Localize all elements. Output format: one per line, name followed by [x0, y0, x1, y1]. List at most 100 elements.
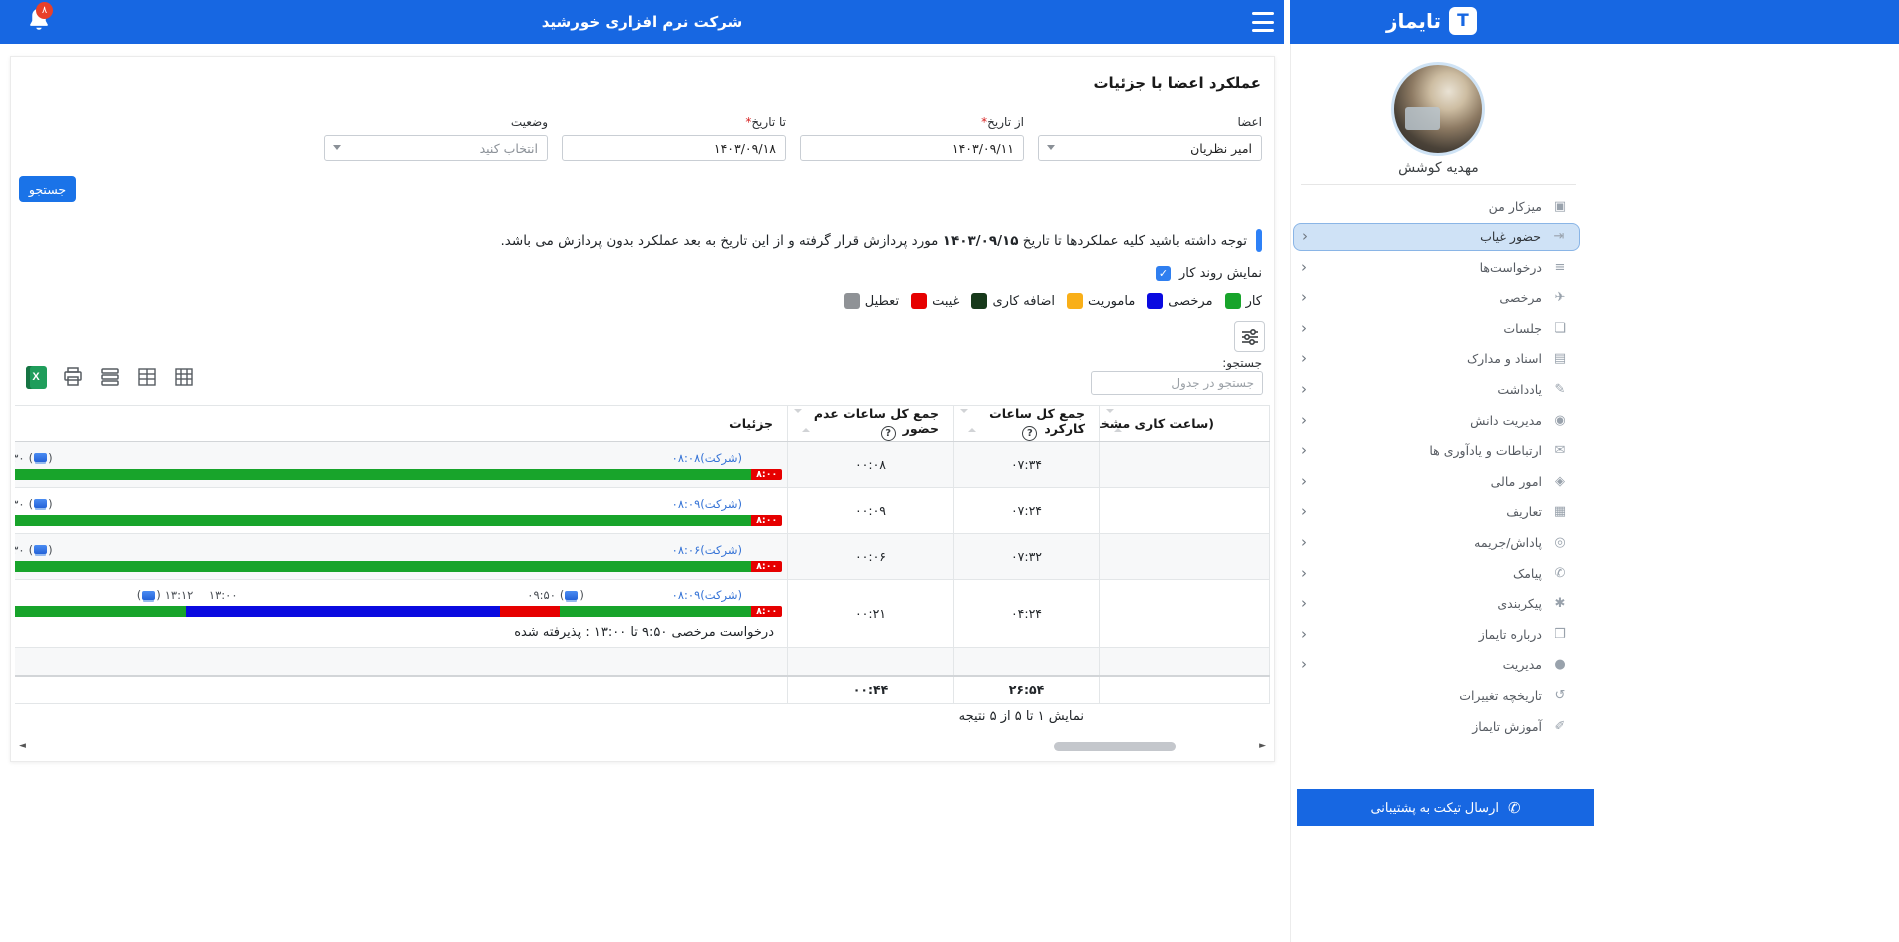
copy-rows-button[interactable]: [98, 364, 122, 390]
excel-export-button[interactable]: X: [24, 364, 48, 390]
work-hours-cell: ۰۷:۳۴: [954, 442, 1100, 488]
chevron-left-icon: ‹: [1301, 443, 1307, 458]
sidebar-item[interactable]: ▣میزکار من: [1293, 192, 1580, 220]
header-fixed-hours[interactable]: (ساعت کاری مشخص): [1100, 406, 1270, 442]
fixed-hours-cell: [1100, 488, 1270, 534]
sidebar-item-label: ارتباطات و یادآوری ها: [1307, 443, 1542, 458]
from-date-input-wrap: [800, 135, 1024, 161]
scroll-left-arrow[interactable]: ◄: [19, 741, 26, 751]
work-trend-bar: ۸:۰۰۱۵:۳۳: [15, 515, 782, 526]
sidebar-item[interactable]: ↺تاریخچه تغییرات: [1293, 682, 1580, 710]
notes-icon: ✎: [1550, 382, 1570, 397]
members-field: اعضا امیر نظریان: [1038, 115, 1262, 161]
sidebar-item[interactable]: ❏جلسات‹: [1293, 314, 1580, 342]
trend-checkbox[interactable]: ✓: [1156, 266, 1171, 281]
hamburger-menu-icon[interactable]: [1252, 12, 1274, 32]
knowledge-icon: ◉: [1550, 413, 1570, 428]
work-segment: [560, 606, 752, 617]
sidebar-item[interactable]: ✈مرخصی‹: [1293, 284, 1580, 312]
chevron-left-icon: ‹: [1301, 566, 1307, 581]
sidebar-item[interactable]: ✱پیکربندی‹: [1293, 590, 1580, 618]
sidebar-divider: [1301, 184, 1576, 185]
exit-time-labels: ()()۱۵:۳۰(): [15, 451, 53, 465]
requests-icon: ≡: [1550, 260, 1570, 275]
exit-time-labels: ()۱۵:۳۰(): [15, 588, 16, 602]
excel-icon: X: [26, 366, 47, 389]
sidebar-item[interactable]: ◎پاداش/جریمه‹: [1293, 529, 1580, 557]
sidebar-item-label: میزکار من: [1301, 199, 1542, 214]
sidebar-item[interactable]: ▦تعاریف‹: [1293, 498, 1580, 526]
sidebar-item-label: پیامک: [1307, 566, 1542, 581]
sidebar-item-label: پیکربندی: [1307, 596, 1542, 611]
sidebar-item-label: امور مالی: [1307, 474, 1542, 489]
sort-icon: [794, 413, 810, 428]
legend-label: اضافه کاری: [992, 294, 1055, 309]
page-title: عملکرد اعضا با جزئیات: [1093, 74, 1261, 92]
table-view-button[interactable]: [135, 364, 159, 390]
header-details[interactable]: جزئیات: [15, 406, 788, 442]
help-icon[interactable]: ?: [1022, 426, 1037, 441]
status-select[interactable]: انتخاب کنید: [324, 135, 548, 161]
support-ticket-button[interactable]: ✆ ارسال تیکت به پشتیبانی: [1297, 789, 1594, 826]
absence-segment: ۸:۰۰: [751, 606, 782, 617]
app-logo[interactable]: T تایماز: [1386, 7, 1477, 35]
absence-segment: ۸:۰۰: [751, 469, 782, 480]
time-label: (: [137, 588, 142, 602]
sidebar-item[interactable]: ✆ پیامک‹: [1293, 559, 1580, 587]
chevron-left-icon: ‹: [1301, 657, 1307, 672]
sidebar-item[interactable]: ❒درباره تایماز‹: [1293, 620, 1580, 648]
sidebar-item-label: آموزش تایماز: [1301, 719, 1542, 734]
column-view-button[interactable]: [172, 364, 196, 390]
legend-swatch: [844, 293, 860, 309]
members-value: امیر نظریان: [1190, 141, 1252, 156]
trend-toggle-row: نمایش روند کار ✓: [1156, 266, 1262, 281]
bar-annotations: (شرکت)۰۸:۰۸ ()()۱۵:۳۰(): [15, 451, 782, 466]
sidebar-item[interactable]: ✐آموزش تایماز: [1293, 712, 1580, 740]
sidebar-item[interactable]: ◉مدیریت دانش‹: [1293, 406, 1580, 434]
scroll-right-arrow[interactable]: ►: [1259, 741, 1266, 751]
chevron-left-icon: ‹: [1301, 351, 1307, 366]
from-date-input[interactable]: [810, 136, 1014, 160]
sidebar-item[interactable]: ≡درخواست‌ها‹: [1293, 253, 1580, 281]
scrollbar-thumb[interactable]: [1054, 742, 1176, 751]
details-cell: [15, 648, 788, 676]
company-entry-label: (شرکت)۰۸:۰۸: [672, 451, 742, 465]
documents-icon: ▤: [1550, 351, 1570, 366]
sidebar-item[interactable]: ●مدیریت‹: [1293, 651, 1580, 679]
work-hours-cell: ۰۷:۳۲: [954, 534, 1100, 580]
logo-t-icon: T: [1449, 7, 1477, 35]
header-total-work[interactable]: جمع کل ساعات کارکرد?: [954, 406, 1100, 442]
search-button[interactable]: جستجو: [19, 176, 76, 202]
print-button[interactable]: [61, 364, 85, 390]
reward-penalty-icon: ◎: [1550, 535, 1570, 550]
time-label: ): [156, 588, 161, 602]
table-search-input[interactable]: [1091, 371, 1263, 395]
sidebar-item[interactable]: ◈امور مالی‹: [1293, 467, 1580, 495]
sidebar-item[interactable]: ▤اسناد و مدارک‹: [1293, 345, 1580, 373]
sidebar-item[interactable]: ⇥حضور غیاب‹: [1293, 223, 1580, 251]
from-date-field: از تاریخ*: [800, 115, 1024, 161]
status-field: وضعیت انتخاب کنید: [324, 115, 548, 161]
sidebar-item[interactable]: ✎یادداشت‹: [1293, 376, 1580, 404]
column-filter-button[interactable]: [1234, 321, 1265, 352]
table-row: [15, 648, 1270, 676]
to-date-input[interactable]: [572, 136, 776, 160]
chevron-left-icon: ‹: [1301, 413, 1307, 428]
help-icon[interactable]: ?: [881, 426, 896, 441]
sidebar-item[interactable]: ✉ارتباطات و یادآوری ها‹: [1293, 437, 1580, 465]
printer-icon: [62, 366, 84, 388]
mid-time-label: ۱۳:۰۰: [209, 588, 238, 602]
exit-time-labels: ()()۱۵:۳۰(): [15, 497, 53, 511]
header-total-absence[interactable]: جمع کل ساعات عدم حضور?: [788, 406, 954, 442]
attendance-icon: ⇥: [1549, 229, 1569, 244]
configuration-icon: ✱: [1550, 596, 1570, 611]
sms-icon: ✆: [1550, 566, 1570, 581]
members-select[interactable]: امیر نظریان: [1038, 135, 1262, 161]
sidebar-item-label: درباره تایماز: [1307, 627, 1542, 642]
time-label: ): [48, 451, 53, 465]
notice-accent-bar: [1256, 229, 1262, 252]
status-legend: کارمرخصیماموریتاضافه کاریغیبتتعطیل: [844, 293, 1262, 309]
table-row: ۰۷:۳۴۰۰:۰۸(شرکت)۰۸:۰۸()()۱۵:۳۰()۸:۰۰۱۵:۴…: [15, 442, 1270, 488]
sidebar: T تایماز مهدیه کوشش ▣میزکار من⇥حضور غیاب…: [1284, 0, 1899, 942]
chevron-left-icon: ‹: [1301, 535, 1307, 550]
